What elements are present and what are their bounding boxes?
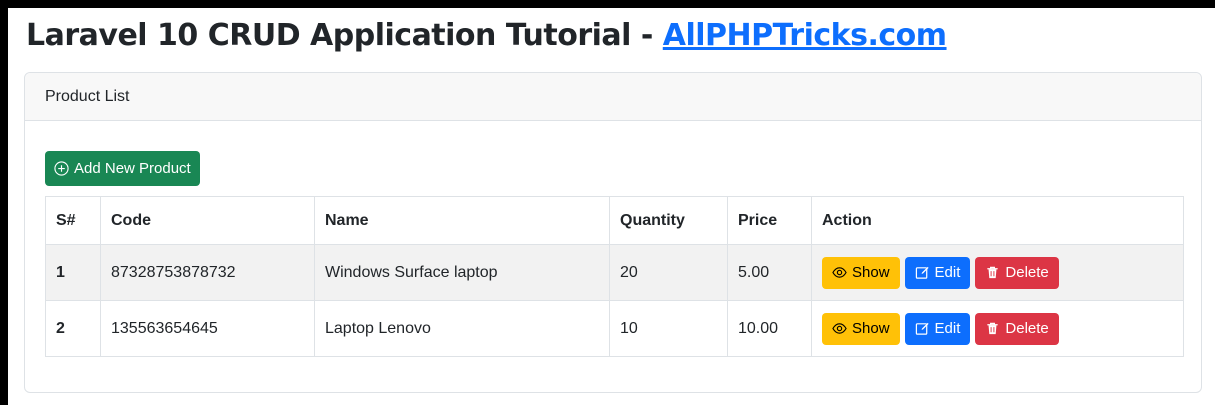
trash-icon	[987, 266, 999, 279]
show-button[interactable]: Show	[822, 256, 900, 289]
column-header-name: Name	[314, 196, 610, 245]
page-title: Laravel 10 CRUD Application Tutorial - A…	[26, 18, 947, 53]
table-row: 2 135563654645 Laptop Lenovo 10 10.00 Sh…	[45, 300, 1184, 357]
cell-actions: Show Edit Delete	[811, 244, 1184, 301]
add-new-product-button[interactable]: Add New Product	[45, 151, 200, 186]
plus-circle-icon	[54, 161, 69, 176]
delete-label: Delete	[1005, 264, 1049, 281]
cell-sn: 2	[45, 300, 101, 357]
product-table: S# Code Name Quantity Price Action 1 873…	[45, 196, 1184, 357]
product-card: Product List Add New Product S# Code Nam…	[24, 72, 1202, 393]
pencil-square-icon	[915, 322, 929, 335]
eye-icon	[832, 323, 847, 334]
cell-actions: Show Edit Delete	[811, 300, 1184, 357]
column-header-price: Price	[727, 196, 812, 245]
site-link[interactable]: AllPHPTricks.com	[663, 18, 947, 53]
cell-sn: 1	[45, 244, 101, 301]
edit-label: Edit	[934, 264, 961, 281]
page: Laravel 10 CRUD Application Tutorial - A…	[8, 8, 1215, 405]
card-header-title: Product List	[45, 87, 130, 105]
show-button[interactable]: Show	[822, 312, 900, 345]
card-header: Product List	[25, 73, 1201, 121]
pencil-square-icon	[915, 266, 929, 279]
cell-name: Windows Surface laptop	[314, 244, 610, 301]
row-actions: Show Edit Delete	[822, 312, 1173, 345]
cell-quantity: 10	[609, 300, 728, 357]
page-title-text: Laravel 10 CRUD Application Tutorial -	[26, 18, 663, 53]
row-actions: Show Edit Delete	[822, 256, 1173, 289]
cell-code: 135563654645	[100, 300, 315, 357]
cell-price: 10.00	[727, 300, 812, 357]
add-new-product-label: Add New Product	[74, 160, 191, 177]
column-header-sn: S#	[45, 196, 101, 245]
cell-price: 5.00	[727, 244, 812, 301]
show-label: Show	[852, 320, 890, 337]
cell-code: 87328753878732	[100, 244, 315, 301]
table-header-row: S# Code Name Quantity Price Action	[45, 196, 1184, 245]
delete-label: Delete	[1005, 320, 1049, 337]
edit-label: Edit	[934, 320, 961, 337]
column-header-code: Code	[100, 196, 315, 245]
show-label: Show	[852, 264, 890, 281]
edit-button[interactable]: Edit	[904, 312, 971, 345]
column-header-action: Action	[811, 196, 1184, 245]
column-header-quantity: Quantity	[609, 196, 728, 245]
cell-name: Laptop Lenovo	[314, 300, 610, 357]
delete-button[interactable]: Delete	[975, 256, 1059, 289]
trash-icon	[987, 322, 999, 335]
edit-button[interactable]: Edit	[904, 256, 971, 289]
eye-icon	[832, 267, 847, 278]
delete-button[interactable]: Delete	[975, 312, 1059, 345]
table-row: 1 87328753878732 Windows Surface laptop …	[45, 244, 1184, 301]
cell-quantity: 20	[609, 244, 728, 301]
